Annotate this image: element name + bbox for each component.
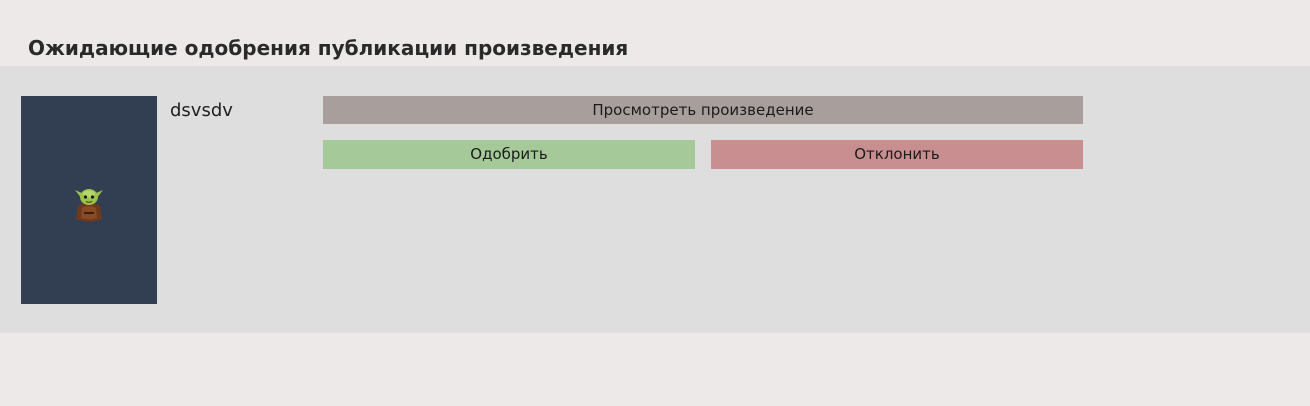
approve-button[interactable]: Одобрить (323, 140, 695, 169)
work-title: dsvsdv (170, 100, 233, 121)
view-work-button[interactable]: Просмотреть произведение (323, 96, 1083, 124)
pending-item: dsvsdv Просмотреть произведение Одобрить… (0, 66, 1310, 333)
page-title: Ожидающие одобрения публикации произведе… (28, 36, 629, 60)
goblin-character-icon (75, 189, 103, 222)
reject-button[interactable]: Отклонить (711, 140, 1083, 169)
work-cover-image[interactable] (21, 96, 157, 304)
